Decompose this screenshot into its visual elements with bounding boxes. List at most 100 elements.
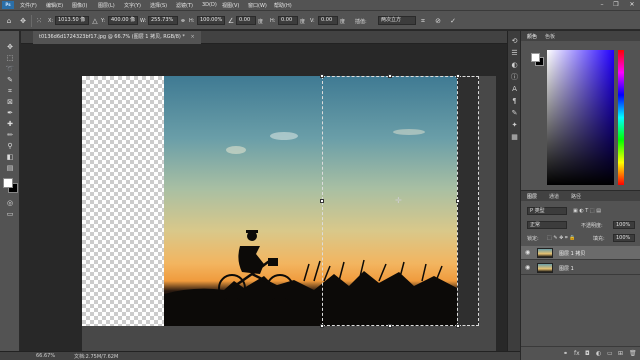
screen-mode-icon[interactable]: ▭ [5,210,15,219]
eraser-tool-icon[interactable]: ◧ [5,153,15,162]
styles-icon[interactable]: ✦ [510,121,519,130]
move-tool-icon[interactable]: ✥ [18,16,28,26]
opacity-field[interactable]: 100% [613,221,635,229]
menu-filter[interactable]: 滤镜(T) [176,2,193,9]
menu-select[interactable]: 选择(S) [150,2,167,9]
brush-tool-icon[interactable]: ✏ [5,131,15,140]
close-tab-icon[interactable]: × [191,34,195,40]
frame-tool-icon[interactable]: ⊠ [5,98,15,107]
quick-mask-icon[interactable]: ◎ [5,199,15,208]
menu-edit[interactable]: 编辑(E) [46,2,63,9]
menu-type[interactable]: 文字(Y) [124,2,141,9]
layers-panel: 图层 通道 路径 P 类型 ▣ ◐ T ⬚ ▤ 正常 不透明度: 100% 锁定… [521,191,640,360]
delta-icon[interactable]: △ [90,16,100,26]
warp-mode-icon[interactable]: ⌗ [418,16,428,26]
y-field[interactable]: 400.00 像 [108,16,138,25]
transform-center-icon[interactable]: ✛ [395,196,402,205]
info-icon[interactable]: ⓘ [510,73,519,82]
delete-layer-icon[interactable]: 🗑 [629,350,637,357]
transform-handle-top-right[interactable] [456,74,460,78]
layer-row[interactable]: ◉ 图层 1 拷贝 [521,246,640,260]
menu-image[interactable]: 图像(I) [72,2,87,9]
menu-layer[interactable]: 图层(L) [98,2,115,9]
visibility-eye-icon[interactable]: ◉ [525,264,530,271]
document-canvas[interactable]: ✛ [82,74,496,360]
options-bar: ⌂ ✥ ⁙ X: 1013.50 像 △ Y: 400.00 像 W: 255.… [0,10,640,30]
close-window-button[interactable]: ✕ [628,1,636,9]
add-mask-icon[interactable]: ◘ [585,350,590,357]
h-label: H: [189,18,195,24]
transform-bounding-box[interactable] [322,76,458,326]
hskew-field[interactable]: 0.00 [278,16,298,25]
properties-icon[interactable]: ☰ [510,49,519,58]
transform-handle-bottom-left[interactable] [320,324,324,328]
libraries-icon[interactable]: ▦ [510,133,519,142]
document-tab[interactable]: t0136d6d1724323bf17.jpg @ 66.7% (图层 1 拷贝… [33,31,201,44]
fill-field[interactable]: 100% [613,234,635,242]
new-layer-icon[interactable]: ⊞ [618,350,623,357]
cancel-transform-icon[interactable]: ⊘ [433,16,443,26]
menu-help[interactable]: 帮助(H) [274,2,292,9]
menu-window[interactable]: 窗口(W) [248,2,267,9]
link-icon[interactable]: ⚭ [178,16,188,26]
w-field[interactable]: 255.73% [148,16,178,25]
filter-icons[interactable]: ▣ ◐ T ⬚ ▤ [573,208,601,214]
angle-field[interactable]: 0.00 [236,16,256,25]
gradient-tool-icon[interactable]: ▤ [5,164,15,173]
clone-stamp-icon[interactable]: ⚲ [5,142,15,151]
hue-slider[interactable] [618,50,624,185]
layer-style-icon[interactable]: fx [574,350,580,357]
history-icon[interactable]: ⟲ [510,37,519,46]
transform-handle-top-left[interactable] [320,74,324,78]
lasso-tool-icon[interactable]: ➰ [5,65,15,74]
interpolation-select[interactable]: 两次立方 [378,16,416,25]
minimize-button[interactable]: – [598,1,606,9]
transform-handle-top[interactable] [388,74,392,78]
tab-paths[interactable]: 路径 [571,193,581,200]
home-icon[interactable]: ⌂ [4,16,14,26]
adjustments-icon[interactable]: ◐ [510,61,519,70]
transform-handle-bottom-right[interactable] [456,324,460,328]
link-layers-icon[interactable]: ⚭ [563,350,568,357]
brushes-icon[interactable]: ✎ [510,109,519,118]
zoom-level[interactable]: 66.67% [36,353,55,359]
visibility-eye-icon[interactable]: ◉ [525,249,530,256]
reference-point-icon[interactable]: ⁙ [34,16,44,26]
layer-row[interactable]: ◉ 图层 1 [521,261,640,275]
h-field[interactable]: 100.00% [197,16,225,25]
maximize-button[interactable]: ❐ [612,1,620,9]
tab-color[interactable]: 颜色 [527,33,537,40]
transform-handle-right[interactable] [456,199,460,203]
transform-handle-left[interactable] [320,199,324,203]
healing-brush-icon[interactable]: ✚ [5,120,15,129]
move-tool-icon[interactable]: ✥ [5,43,15,52]
tab-layers[interactable]: 图层 [527,193,537,200]
quick-select-tool-icon[interactable]: ✎ [5,76,15,85]
adjustment-layer-icon[interactable]: ◐ [596,350,601,357]
character-icon[interactable]: A [510,85,519,94]
transform-bounding-box-right [458,76,479,326]
canvas-workspace[interactable]: ✛ [21,44,520,360]
panel-foreground-swatch[interactable] [531,53,540,62]
foreground-color-swatch[interactable] [3,178,13,188]
new-group-icon[interactable]: ▭ [607,350,613,357]
crop-tool-icon[interactable]: ⌗ [5,87,15,96]
lock-icons[interactable]: ⬚ ✎ ✥ ⌗ 🔒 [547,235,576,241]
commit-transform-icon[interactable]: ✓ [448,16,458,26]
menu-file[interactable]: 文件(F) [20,2,37,9]
layer-name[interactable]: 图层 1 拷贝 [559,250,585,257]
vskew-field[interactable]: 0.00 [318,16,338,25]
tab-swatches[interactable]: 色板 [545,33,555,40]
color-picker-field[interactable] [547,50,614,185]
layer-filter-select[interactable]: P 类型 [527,207,567,215]
blend-mode-select[interactable]: 正常 [527,221,567,229]
menu-view[interactable]: 视图(V) [222,2,239,9]
marquee-tool-icon[interactable]: ⬚ [5,54,15,63]
eyedropper-tool-icon[interactable]: ✒ [5,109,15,118]
tab-channels[interactable]: 通道 [549,193,559,200]
x-field[interactable]: 1013.50 像 [55,16,89,25]
menu-3d[interactable]: 3D(D) [202,2,217,8]
layer-name[interactable]: 图层 1 [559,265,574,272]
paragraph-icon[interactable]: ¶ [510,97,519,106]
transform-handle-bottom[interactable] [388,324,392,328]
